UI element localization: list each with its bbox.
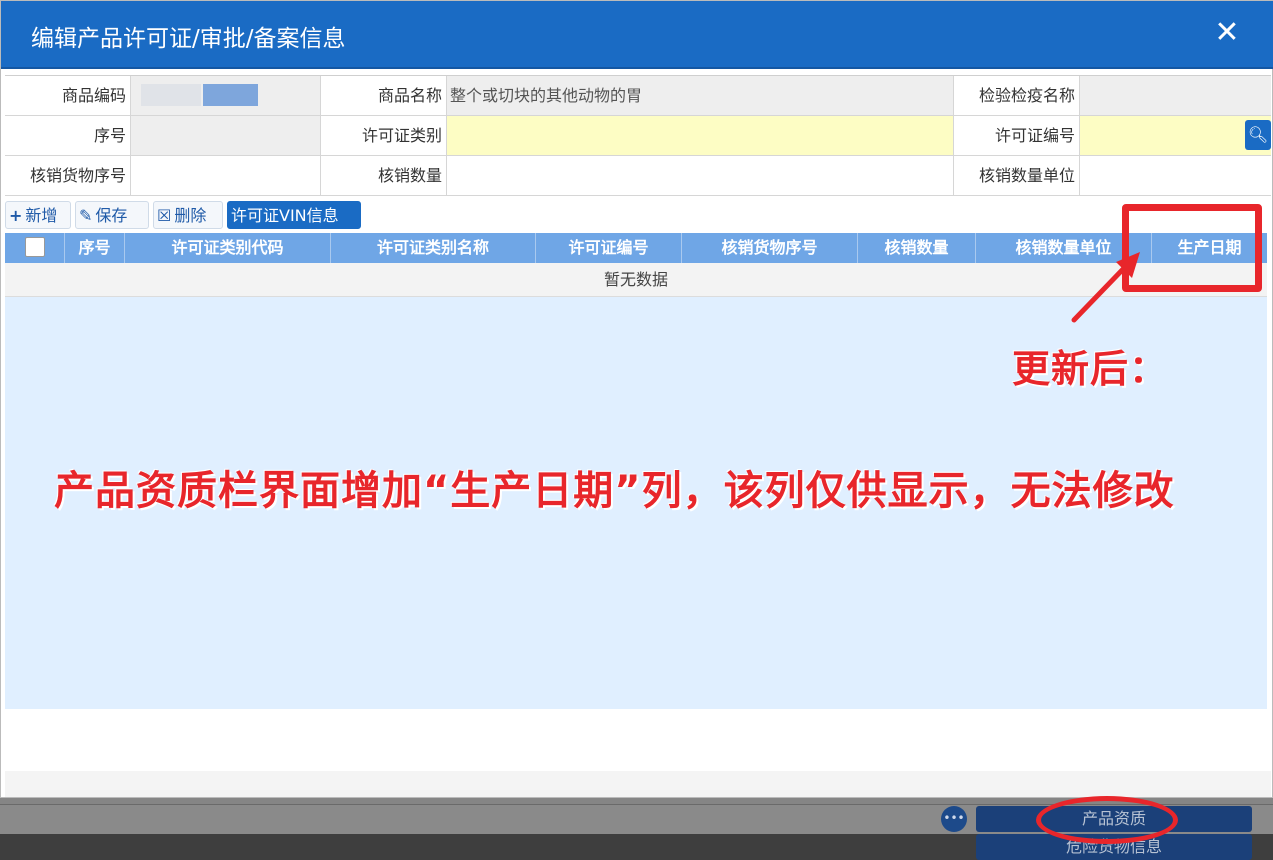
product-name-field: 整个或切块的其他动物的胃 xyxy=(447,76,954,115)
redacted-value xyxy=(203,84,258,106)
trash-icon: ☒ xyxy=(157,206,172,225)
vin-info-button[interactable]: 许可证VIN信息 xyxy=(227,201,361,229)
license-type-input[interactable] xyxy=(447,116,954,155)
select-all-checkbox[interactable] xyxy=(25,237,45,257)
seq-label: 序号 xyxy=(5,116,131,155)
dialog-footer-strip xyxy=(5,771,1271,797)
writeoff-unit-label: 核销数量单位 xyxy=(954,156,1080,195)
redacted-value xyxy=(141,84,201,106)
column-header[interactable]: 许可证编号 xyxy=(536,233,682,263)
main-annotation: 产品资质栏界面增加“生产日期”列，该列仅供显示，无法修改 xyxy=(54,468,1175,514)
ellipsis-icon[interactable]: ••• xyxy=(941,806,967,832)
dialog-titlebar: 编辑产品许可证/审批/备案信息 ✕ xyxy=(1,1,1273,69)
form-row: 商品编码 商品名称 整个或切块的其他动物的胃 检验检疫名称 xyxy=(5,76,1271,116)
writeoff-qty-input[interactable] xyxy=(447,156,954,195)
updated-note: 更新后： xyxy=(1012,347,1169,391)
form-row: 核销货物序号 核销数量 核销数量单位 xyxy=(5,156,1271,196)
product-code-label: 商品编码 xyxy=(5,76,131,115)
edit-license-dialog: 编辑产品许可证/审批/备案信息 ✕ 商品编码 商品名称 整个或切块的其他动物的胃… xyxy=(0,0,1273,798)
column-header[interactable]: 许可证类别代码 xyxy=(125,233,331,263)
edit-icon: ✎ xyxy=(79,206,93,225)
arrow-icon xyxy=(1071,252,1140,323)
delete-button[interactable]: ☒ 删除 xyxy=(153,201,223,229)
writeoff-qty-label: 核销数量 xyxy=(321,156,447,195)
close-icon[interactable]: ✕ xyxy=(1209,13,1245,53)
add-button[interactable]: + 新增 xyxy=(5,201,71,229)
product-name-label: 商品名称 xyxy=(321,76,447,115)
license-number-input[interactable]: 🔍︎ xyxy=(1080,116,1271,155)
select-all-cell xyxy=(5,233,65,263)
column-header[interactable]: 序号 xyxy=(65,233,125,263)
license-number-label: 许可证编号 xyxy=(954,116,1080,155)
form-row: 序号 许可证类别 许可证编号 🔍︎ xyxy=(5,116,1271,156)
seq-field xyxy=(131,116,321,155)
license-form: 商品编码 商品名称 整个或切块的其他动物的胃 检验检疫名称 序号 许可证类别 许… xyxy=(5,75,1271,196)
column-header[interactable]: 核销货物序号 xyxy=(682,233,858,263)
save-button[interactable]: ✎ 保存 xyxy=(75,201,149,229)
highlight-ellipse xyxy=(1036,796,1178,844)
writeoff-unit-input[interactable] xyxy=(1080,156,1271,195)
dialog-title: 编辑产品许可证/审批/备案信息 xyxy=(31,26,346,52)
save-label: 保存 xyxy=(95,206,128,225)
writeoff-seq-input[interactable] xyxy=(131,156,321,195)
product-code-field xyxy=(131,76,321,115)
column-header[interactable]: 许可证类别名称 xyxy=(331,233,536,263)
search-icon[interactable]: 🔍︎ xyxy=(1245,120,1271,150)
inspection-name-field xyxy=(1080,76,1271,115)
dialog-footer xyxy=(5,709,1271,771)
writeoff-seq-label: 核销货物序号 xyxy=(5,156,131,195)
add-label: 新增 xyxy=(25,206,58,225)
delete-label: 删除 xyxy=(174,206,207,225)
plus-icon: + xyxy=(9,206,23,225)
license-type-label: 许可证类别 xyxy=(321,116,447,155)
inspection-name-label: 检验检疫名称 xyxy=(954,76,1080,115)
column-header[interactable]: 核销数量 xyxy=(858,233,976,263)
